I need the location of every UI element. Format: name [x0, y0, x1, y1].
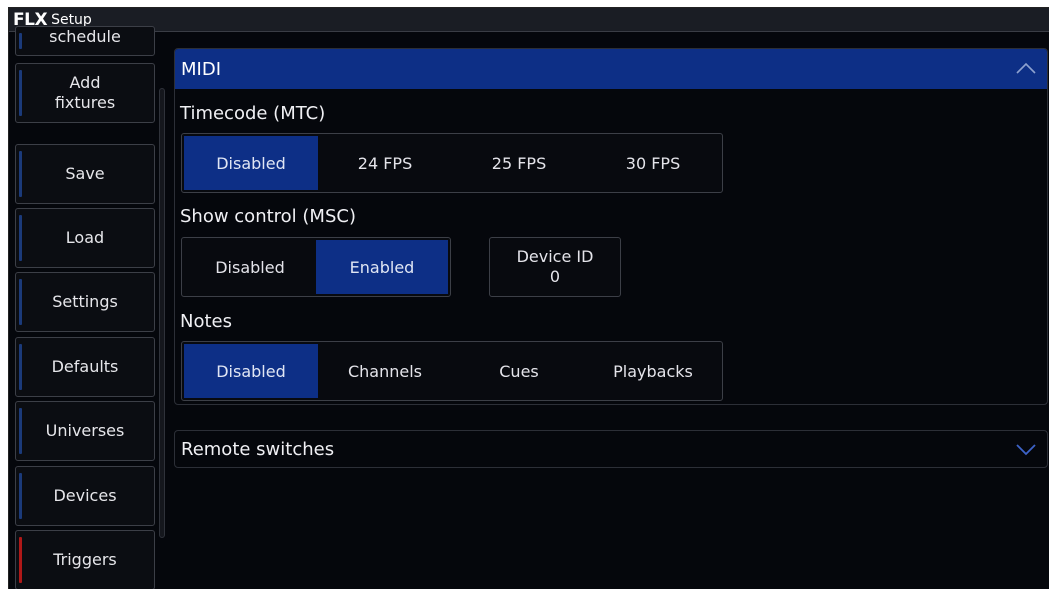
- timecode-option-disabled[interactable]: Disabled: [184, 136, 318, 190]
- sidebar-item-universes[interactable]: Universes: [15, 401, 155, 461]
- remote-switches-panel-header[interactable]: Remote switches: [174, 430, 1048, 468]
- sidebar-item-devices[interactable]: Devices: [15, 466, 155, 526]
- setup-screen: FLX Setup schedule Add fixtures Save Loa…: [8, 7, 1049, 589]
- chevron-up-icon[interactable]: [1015, 61, 1037, 75]
- sidebar-item-label: schedule: [49, 27, 121, 46]
- sidebar-item-label: Add fixtures: [54, 73, 116, 112]
- device-id-label: Device ID: [516, 247, 594, 266]
- sidebar-item-schedule[interactable]: schedule: [15, 26, 155, 56]
- notes-option-channels[interactable]: Channels: [318, 344, 452, 398]
- timecode-option-30fps[interactable]: 30 FPS: [586, 136, 720, 190]
- sidebar-item-save[interactable]: Save: [15, 144, 155, 204]
- show-control-option-disabled[interactable]: Disabled: [184, 240, 316, 294]
- sidebar-item-settings[interactable]: Settings: [15, 272, 155, 332]
- remote-switches-title: Remote switches: [181, 438, 335, 460]
- title-bar: FLX Setup: [9, 8, 1049, 32]
- sidebar-marker: [19, 151, 22, 197]
- sidebar-item-label: Triggers: [53, 550, 117, 569]
- sidebar-marker: [19, 344, 22, 390]
- sidebar-item-label: Load: [65, 228, 105, 247]
- sidebar-marker: [19, 279, 22, 325]
- show-control-segmented-control: Disabled Enabled: [181, 237, 451, 297]
- sidebar-marker: [19, 473, 22, 519]
- midi-panel-header[interactable]: MIDI: [175, 49, 1047, 89]
- chevron-down-icon[interactable]: [1015, 443, 1037, 457]
- notes-option-disabled[interactable]: Disabled: [184, 344, 318, 398]
- sidebar-item-load[interactable]: Load: [15, 208, 155, 268]
- sidebar-item-label: Devices: [53, 486, 117, 505]
- sidebar-marker: [19, 70, 22, 116]
- sidebar-item-label: Universes: [45, 421, 125, 440]
- sidebar-item-label: Settings: [52, 292, 118, 311]
- timecode-segmented-control: Disabled 24 FPS 25 FPS 30 FPS: [181, 133, 723, 193]
- sidebar-marker-active: [19, 537, 22, 583]
- timecode-label: Timecode (MTC): [180, 103, 326, 124]
- sidebar-item-label: Defaults: [51, 357, 119, 376]
- sidebar-marker: [19, 215, 22, 261]
- notes-label: Notes: [180, 311, 232, 332]
- sidebar-item-label: Save: [65, 164, 105, 183]
- show-control-option-enabled[interactable]: Enabled: [316, 240, 448, 294]
- notes-option-playbacks[interactable]: Playbacks: [586, 344, 720, 398]
- timecode-option-24fps[interactable]: 24 FPS: [318, 136, 452, 190]
- device-id-value: 0: [549, 267, 561, 286]
- sidebar: schedule Add fixtures Save Load Settings…: [15, 26, 155, 589]
- sidebar-scrollbar[interactable]: [159, 88, 165, 538]
- device-id-button[interactable]: Device ID 0: [489, 237, 621, 297]
- notes-option-cues[interactable]: Cues: [452, 344, 586, 398]
- show-control-label: Show control (MSC): [180, 206, 356, 227]
- sidebar-item-triggers[interactable]: Triggers: [15, 530, 155, 589]
- midi-panel-title: MIDI: [181, 58, 222, 80]
- notes-segmented-control: Disabled Channels Cues Playbacks: [181, 341, 723, 401]
- sidebar-marker: [19, 33, 22, 49]
- sidebar-marker: [19, 408, 22, 454]
- sidebar-item-defaults[interactable]: Defaults: [15, 337, 155, 397]
- sidebar-item-add-fixtures[interactable]: Add fixtures: [15, 63, 155, 123]
- timecode-option-25fps[interactable]: 25 FPS: [452, 136, 586, 190]
